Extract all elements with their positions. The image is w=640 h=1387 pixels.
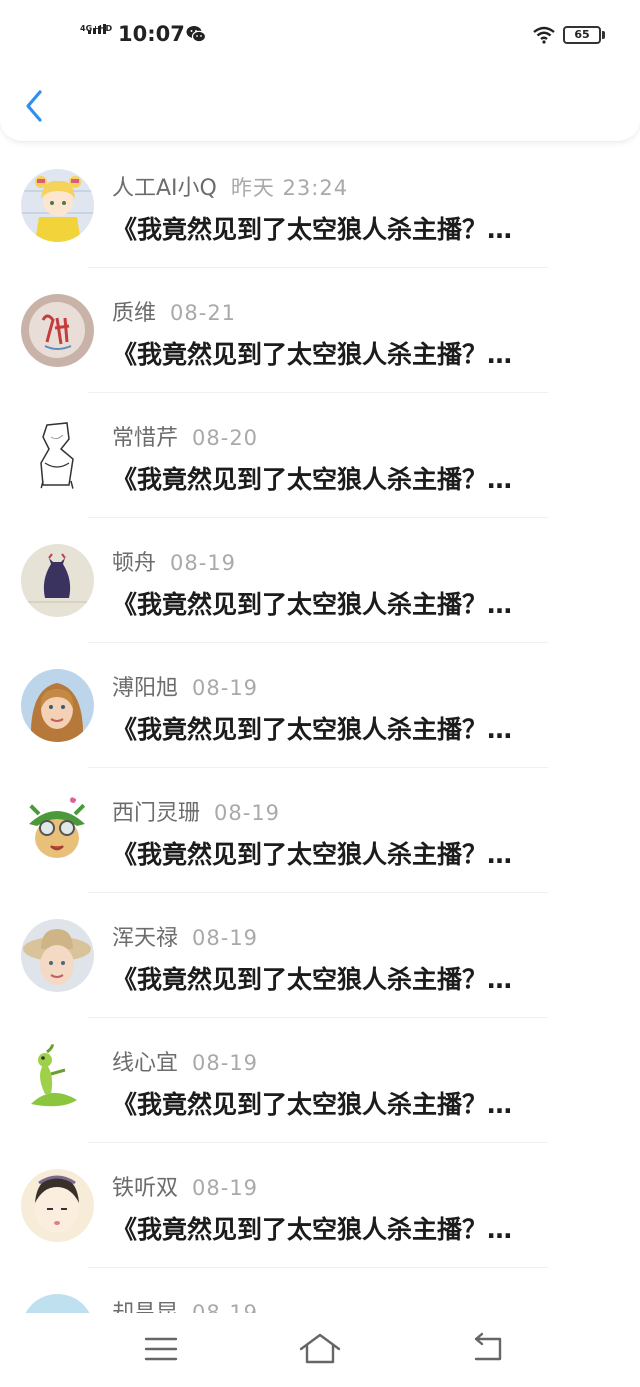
wechat-icon [186,25,207,47]
avatar [21,419,94,492]
name-line: 常惜芹 08-20 [112,420,258,452]
message-preview: 《我竟然见到了太空狼人杀主播？… [112,215,513,244]
avatar [21,669,94,742]
name-line: 顿舟 08-19 [112,545,236,577]
sender-name: 溥阳旭 [112,676,179,701]
avatar [21,1169,94,1242]
sender-name: 质维 [112,301,157,326]
avatar [21,294,94,367]
status-bar: 4G+HD 10:07 65 [0,0,640,70]
message-preview: 《我竟然见到了太空狼人杀主播？… [112,340,513,369]
network-type: 4G+HD [80,24,113,33]
name-line: 人工AI小Q 昨天 23:24 [112,170,348,202]
message-row[interactable]: 质维 08-21 《我竟然见到了太空狼人杀主播？… [0,268,640,393]
message-row[interactable]: 却昌昆 08-19 [0,1268,640,1313]
system-nav-bar [0,1313,640,1387]
message-preview: 《我竟然见到了太空狼人杀主播？… [112,715,513,744]
message-row[interactable]: 浑天禄 08-19 《我竟然见到了太空狼人杀主播？… [0,893,640,1018]
name-line: 溥阳旭 08-19 [112,670,258,702]
message-time: 08-19 [192,926,259,950]
avatar [21,794,94,867]
sender-name: 线心宜 [112,1051,179,1076]
home-icon [299,1333,341,1364]
message-time: 昨天 23:24 [230,176,349,200]
message-row[interactable]: 常惜芹 08-20 《我竟然见到了太空狼人杀主播？… [0,393,640,518]
avatar [21,544,94,617]
message-preview: 《我竟然见到了太空狼人杀主播？… [112,1215,513,1244]
message-time: 08-19 [170,551,237,575]
name-line: 西门灵珊 08-19 [112,795,280,827]
menu-icon [144,1337,178,1361]
message-list-screen: 4G+HD 10:07 65 人工AI小Q 昨天 23:24 《我竟然见到了太空… [0,0,640,1387]
message-time: 08-19 [192,1176,259,1200]
sender-name: 人工AI小Q [112,176,217,201]
message-row[interactable]: 铁听双 08-19 《我竟然见到了太空狼人杀主播？… [0,1143,640,1268]
message-row[interactable]: 顿舟 08-19 《我竟然见到了太空狼人杀主播？… [0,518,640,643]
home-button[interactable] [298,1331,342,1367]
avatar [21,1044,94,1117]
avatar [21,919,94,992]
battery-indicator: 65 [563,26,601,44]
message-preview: 《我竟然见到了太空狼人杀主播？… [112,465,513,494]
sender-name: 顿舟 [112,551,157,576]
message-list: 人工AI小Q 昨天 23:24 《我竟然见到了太空狼人杀主播？… 质维 08-21 … [0,143,640,1313]
message-row[interactable]: 人工AI小Q 昨天 23:24 《我竟然见到了太空狼人杀主播？… [0,143,640,268]
header: 4G+HD 10:07 65 [0,0,640,142]
avatar [21,1294,94,1313]
name-line: 质维 08-21 [112,295,236,327]
message-preview: 《我竟然见到了太空狼人杀主播？… [112,590,513,619]
name-line: 线心宜 08-19 [112,1045,258,1077]
message-preview: 《我竟然见到了太空狼人杀主播？… [112,965,513,994]
message-time: 08-20 [192,426,259,450]
status-time: 10:07 [118,22,185,46]
back-nav-button[interactable] [466,1331,510,1367]
back-button[interactable] [18,84,54,128]
message-time: 08-19 [214,801,281,825]
message-preview: 《我竟然见到了太空狼人杀主播？… [112,1090,513,1119]
name-line: 浑天禄 08-19 [112,920,258,952]
sender-name: 常惜芹 [112,426,179,451]
message-row[interactable]: 线心宜 08-19 《我竟然见到了太空狼人杀主播？… [0,1018,640,1143]
menu-button[interactable] [139,1331,183,1367]
sender-name: 铁听双 [112,1176,179,1201]
wifi-icon [533,26,555,48]
message-time: 08-21 [170,301,237,325]
message-time: 08-19 [192,1051,259,1075]
message-row[interactable]: 西门灵珊 08-19 《我竟然见到了太空狼人杀主播？… [0,768,640,893]
battery-tip [602,31,605,39]
message-time: 08-19 [192,1301,259,1313]
return-icon [474,1332,502,1361]
sender-name: 西门灵珊 [112,801,201,826]
name-line: 却昌昆 08-19 [112,1295,258,1313]
chevron-left-icon [26,90,42,122]
name-line: 铁听双 08-19 [112,1170,258,1202]
sender-name: 浑天禄 [112,926,179,951]
message-time: 08-19 [192,676,259,700]
sender-name: 却昌昆 [112,1301,178,1313]
avatar [21,169,94,242]
message-preview: 《我竟然见到了太空狼人杀主播？… [112,840,513,869]
signal-indicator: 4G+HD [80,24,113,46]
message-row[interactable]: 溥阳旭 08-19 《我竟然见到了太空狼人杀主播？… [0,643,640,768]
